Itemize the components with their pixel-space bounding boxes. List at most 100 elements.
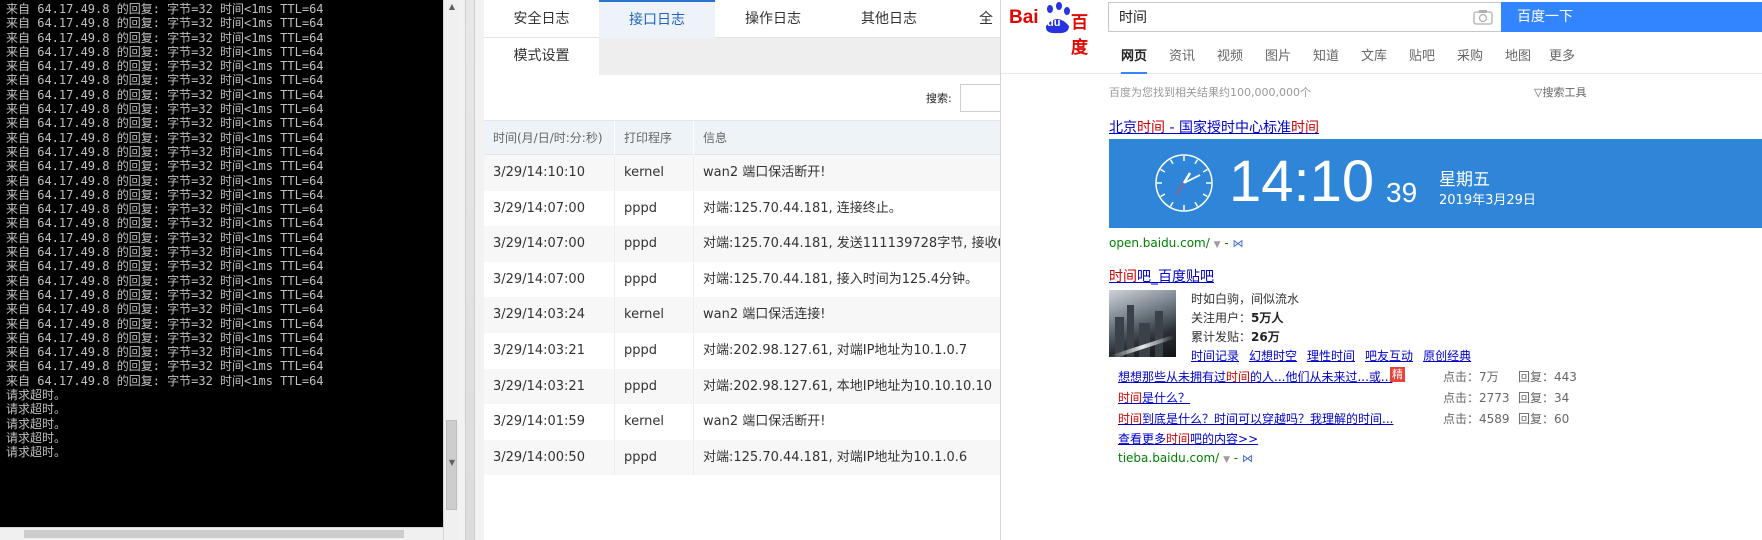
thread-text: 的人...他们从未来过...或... [1250,370,1393,384]
featured-badge: 精 [1390,367,1405,382]
log-row: 3/29/14:10:10 kernel wan2 端口保活断开! [484,155,1004,191]
tieba-posts: 累计发贴：26万 [1191,328,1280,345]
thread-link[interactable]: 想想那些从未拥有过时间的人...他们从未来过...或... [1118,368,1392,385]
nav-tab-wenku[interactable]: 文库 [1361,46,1387,74]
log-program-cell: kernel [615,297,694,333]
result-url-open-baidu[interactable]: open.baidu.com/ ▼ - ⋈ [1109,236,1244,250]
log-message-cell: wan2 端口保活连接! [703,307,826,323]
time-card: 14:10 39 星期五 2019年3月29日 [1109,139,1762,228]
tieba-link-rational[interactable]: 理性时间 [1307,349,1355,363]
tieba-sublinks: 时间记录 幻想时空 理性时间 吧友互动 原创经典 [1191,347,1481,364]
snapshot-icon[interactable]: ⋈ [1233,237,1244,250]
log-program-cell: pppd [615,333,694,369]
nav-tab-tieba[interactable]: 贴吧 [1409,46,1435,74]
thread-clicks: 点击：4589 [1443,412,1510,426]
column-header-time[interactable]: 时间(月/日/时:分:秒) [484,121,615,155]
hscroll-thumb[interactable] [24,530,404,538]
log-program-cell: pppd [615,439,694,476]
mode-tab-bar: 模式设置 [484,38,1004,75]
log-program-cell: pppd [615,368,694,405]
title-highlight: 时间 [1137,120,1165,136]
clock-date: 2019年3月29日 [1439,193,1536,208]
baidu-logo[interactable]: Bai du 百度 [1009,2,1101,58]
city-building [1155,311,1163,357]
search-query-input[interactable] [1117,8,1457,26]
log-time-cell: 3/29/14:01:59 [484,404,615,440]
nav-tab-more[interactable]: 更多 [1549,46,1575,74]
search-tools-toggle[interactable]: ▽搜索工具 [1534,84,1586,100]
tieba-link-time-record[interactable]: 时间记录 [1191,349,1239,363]
clock-seconds: 39 [1386,177,1418,208]
result-title-time-tieba[interactable]: 时间吧_百度贴吧 [1109,266,1214,286]
result-url-tieba[interactable]: tieba.baidu.com/ ▼ - ⋈ [1118,451,1253,465]
tab-mode-settings[interactable]: 模式设置 [484,38,599,75]
scroll-up-arrow-icon[interactable]: ▲ [447,2,457,12]
log-row: 3/29/14:07:00 pppd 对端:125.70.44.181, 连接终止。 [484,190,1004,227]
tab-all-log[interactable]: 全部 [947,0,1004,65]
more-tieba-link[interactable]: 查看更多时间吧的内容>> [1118,430,1258,447]
console-vertical-scrollbar[interactable]: ▲ ▼ [443,0,459,540]
nav-tab-purchase[interactable]: 采购 [1457,46,1483,74]
thread-highlight: 时间 [1118,412,1143,426]
thread-link[interactable]: 时间到底是什么？时间可以穿越吗？我理解的时间... [1118,410,1393,427]
tieba-thumbnail-image[interactable] [1109,290,1176,357]
log-tab-bar: 安全日志 接口日志 操作日志 其他日志 全部 [484,0,1004,65]
log-table-header: 时间(月/日/时:分:秒) 打印程序 信息 [484,120,1004,155]
url-text: tieba.baidu.com/ [1118,451,1220,465]
city-building [1139,323,1150,357]
search-input[interactable] [960,84,1004,112]
followers-label: 关注用户： [1191,311,1252,325]
thread-clicks: 点击：2773 [1443,391,1510,405]
tab-other-log[interactable]: 其他日志 [831,0,947,38]
nav-tab-web[interactable]: 网页 [1121,46,1148,74]
log-message-cell: 对端:202.98.127.61, 本地IP地址为10.10.10.10 [703,378,992,394]
camera-icon[interactable] [1473,9,1493,25]
search-box[interactable] [1108,2,1501,32]
dropdown-arrow-icon[interactable]: ▼ [1223,455,1230,465]
url-text: open.baidu.com/ [1109,236,1210,250]
posts-value: 26万 [1251,330,1280,344]
log-time-cell: 3/29/14:10:10 [484,155,615,191]
title-part: 吧_百度贴吧 [1137,269,1214,285]
column-header-message[interactable]: 信息 [694,121,1004,155]
more-text: 吧的内容>> [1190,432,1259,446]
nav-tab-video[interactable]: 视频 [1217,46,1243,74]
tieba-link-original[interactable]: 原创经典 [1423,349,1471,363]
log-row: 3/29/14:03:24 kernel wan2 端口保活连接! [484,297,1004,333]
log-time-cell: 3/29/14:03:21 [484,368,615,405]
result-title-beijing-time[interactable]: 北京时间 - 国家授时中心标准时间 [1109,117,1319,137]
log-row: 3/29/14:03:21 pppd 对端:202.98.127.61, 本地IP地… [484,368,1004,405]
search-tools-label: 搜索工具 [1542,86,1587,99]
tab-interface-log[interactable]: 接口日志 [599,0,715,38]
tieba-followers: 关注用户：5万人 [1191,309,1283,326]
title-highlight: 时间 [1109,269,1137,285]
thread-clicks: 点击：7万 [1443,370,1499,384]
thread-link[interactable]: 时间是什么？ [1118,389,1190,406]
tieba-link-fantasy[interactable]: 幻想时空 [1249,349,1297,363]
log-row: 3/29/14:07:00 pppd 对端:125.70.44.181, 发送111… [484,226,1004,262]
nav-tab-news[interactable]: 资讯 [1169,46,1195,74]
log-program-cell: pppd [615,226,694,262]
nav-tab-map[interactable]: 地图 [1505,46,1531,74]
log-time-cell: 3/29/14:07:00 [484,261,615,298]
clock-hours-minutes: 14:10 [1229,149,1375,214]
title-part: - 国家授时中心标准 [1165,120,1291,136]
search-submit-button[interactable]: 百度一下 [1501,2,1762,32]
log-message-cell: 对端:125.70.44.181, 发送111139728字节, 接收61182… [703,236,1004,252]
posts-label: 累计发贴： [1191,330,1252,344]
tab-operation-log[interactable]: 操作日志 [715,0,831,38]
console-horizontal-scrollbar[interactable] [0,527,443,540]
dropdown-arrow-icon[interactable]: ▼ [1214,240,1221,250]
log-message-cell: wan2 端口保活断开! [703,165,826,180]
log-row: 3/29/14:03:21 pppd 对端:202.98.127.61, 对端IP地… [484,333,1004,369]
nav-tab-zhidao[interactable]: 知道 [1313,46,1339,74]
tab-security-log[interactable]: 安全日志 [484,0,599,38]
scroll-down-arrow-icon[interactable]: ▼ [447,458,457,468]
title-highlight: 时间 [1290,120,1319,136]
tieba-link-interaction[interactable]: 吧友互动 [1365,349,1413,363]
nav-tab-images[interactable]: 图片 [1265,46,1291,74]
snapshot-icon[interactable]: ⋈ [1242,452,1253,465]
column-header-program[interactable]: 打印程序 [615,121,694,155]
clock-icon [1155,154,1213,212]
clock-weekday: 星期五 [1439,170,1490,190]
